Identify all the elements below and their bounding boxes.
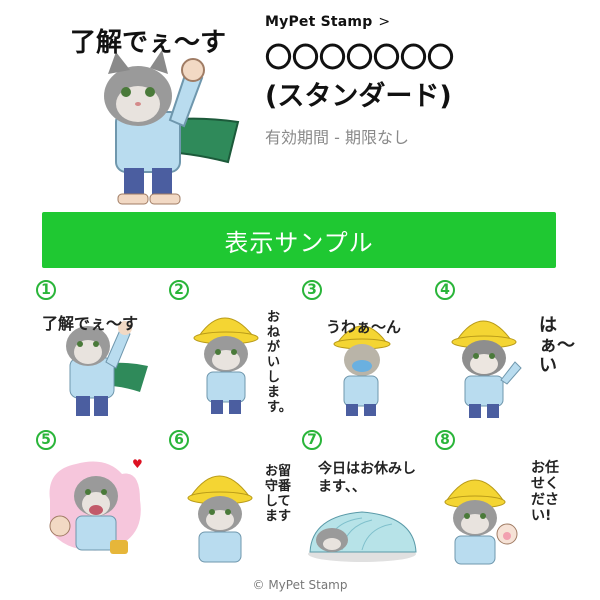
sticker-image [333, 325, 391, 416]
chevron-right-icon: > [378, 14, 391, 30]
svg-text:♥: ♥ [132, 457, 143, 471]
title-line-2: (スタンダード) [265, 81, 452, 112]
sticker-image [308, 511, 417, 562]
sticker-cell[interactable]: 6 お留守番してます [169, 430, 299, 578]
sticker-image: ♥ [49, 457, 143, 554]
sticker-info: MyPet Stamp > 〇〇〇〇〇〇〇 (スタンダード) 有効期間 - 期限… [265, 14, 585, 148]
sticker-cell[interactable]: 1 了解でぇ〜す [36, 280, 166, 428]
sticker-cell[interactable]: 4 はぁ〜い [435, 280, 575, 428]
sticker-caption: 了解でぇ〜す [42, 314, 139, 333]
sticker-caption: はぁ〜い [539, 315, 575, 376]
sticker-caption: お任せください! [531, 460, 559, 524]
sticker-cell[interactable]: 7 今日はお休みします、、 [302, 430, 432, 578]
sticker-caption: 今日はお休みします、、 [318, 461, 416, 495]
sticker-cell[interactable]: 3 うわぁ〜ん [302, 280, 432, 428]
sticker-caption: おねがいします。 [267, 310, 292, 415]
main-sticker-image: 了解でぇ〜す [58, 12, 244, 208]
sticker-cell[interactable]: 8 お任せください! [435, 430, 565, 578]
copyright-text: © MyPet Stamp [252, 578, 348, 592]
main-sticker-caption: 了解でぇ〜す [70, 28, 227, 58]
creator-link[interactable]: MyPet Stamp > [265, 14, 585, 30]
sticker-grid: 1 了解でぇ〜す 2 おねがいします。 3 うわぁ〜ん 4 はぁ〜い 5 ♥ 6… [36, 280, 575, 578]
sticker-caption: お留守番してます [265, 464, 292, 524]
creator-name: MyPet Stamp [265, 14, 373, 30]
sticker-image [66, 321, 148, 416]
show-sample-button[interactable]: 表示サンプル [42, 212, 556, 268]
sticker-caption: うわぁ〜ん [326, 318, 402, 336]
sticker-title: 〇〇〇〇〇〇〇 (スタンダード) [265, 40, 585, 116]
sticker-cell[interactable]: 5 ♥ [36, 430, 166, 578]
title-line-1: 〇〇〇〇〇〇〇 [265, 43, 454, 74]
validity-period: 有効期間 - 期限なし [265, 128, 409, 147]
sticker-cell[interactable]: 2 おねがいします。 [169, 280, 299, 428]
